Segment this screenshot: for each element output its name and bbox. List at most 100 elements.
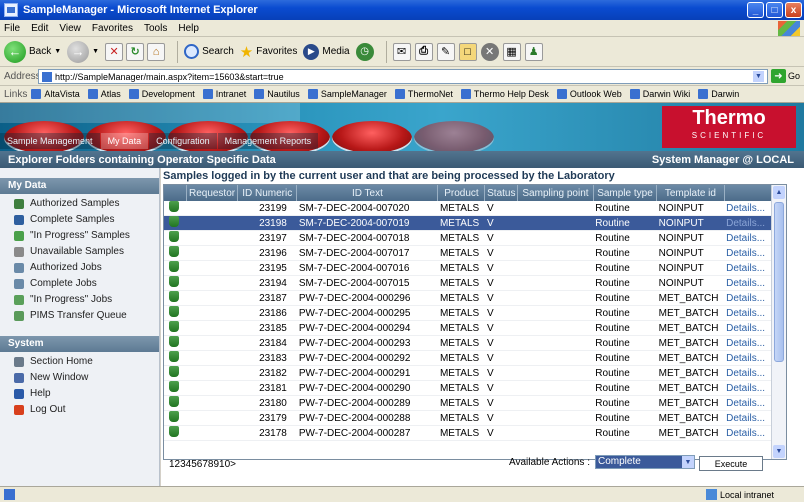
- sidebar-item-complete-jobs[interactable]: Complete Jobs: [14, 277, 159, 290]
- search-button[interactable]: Search: [184, 44, 234, 59]
- table-row[interactable]: 23197 SM-7-DEC-2004-007018 METALS V Routine N…: [164, 230, 786, 246]
- menu-favorites[interactable]: Favorites: [92, 23, 133, 34]
- folder-icon: [14, 246, 24, 257]
- column-header[interactable]: Product: [437, 185, 486, 201]
- menu-help[interactable]: Help: [178, 23, 199, 34]
- cell-type: Routine: [593, 215, 657, 231]
- table-row[interactable]: 23182 PW-7-DEC-2004-000291 METALS V Routine M…: [164, 365, 786, 381]
- folder-icon: [14, 356, 24, 367]
- sidebar-item-in-progress-jobs[interactable]: "In Progress" Jobs: [14, 293, 159, 306]
- sidebar-item-new-window[interactable]: New Window: [14, 371, 159, 384]
- menu-file[interactable]: File: [4, 23, 20, 34]
- column-header[interactable]: [164, 185, 187, 201]
- tab-configuration[interactable]: Configuration: [149, 133, 217, 149]
- print-icon[interactable]: ⎙: [414, 42, 433, 61]
- go-button[interactable]: ➜ Go: [770, 69, 800, 83]
- link-thermo-help-desk[interactable]: Thermo Help Desk: [460, 89, 549, 99]
- column-header[interactable]: Sampling point: [517, 185, 594, 201]
- sidebar-item-log-out[interactable]: Log Out: [14, 403, 159, 416]
- cell-product: METALS: [437, 215, 485, 231]
- forward-button[interactable]: → ▼: [67, 40, 99, 63]
- table-row[interactable]: 23184 PW-7-DEC-2004-000293 METALS V Routine M…: [164, 335, 786, 351]
- table-row[interactable]: 23181 PW-7-DEC-2004-000290 METALS V Routine M…: [164, 380, 786, 396]
- sidebar-item-help[interactable]: Help: [14, 387, 159, 400]
- cell-empty: [517, 245, 594, 261]
- close-button[interactable]: x: [785, 2, 802, 18]
- sidebar-item-label: Section Home: [30, 356, 93, 367]
- sidebar-heading-system: System: [0, 336, 159, 352]
- sidebar-item-unavailable-samples[interactable]: Unavailable Samples: [14, 245, 159, 258]
- home-icon[interactable]: ⌂: [147, 42, 166, 61]
- table-row[interactable]: 23196 SM-7-DEC-2004-007017 METALS V Routine N…: [164, 245, 786, 261]
- table-row[interactable]: 23195 SM-7-DEC-2004-007016 METALS V Routine N…: [164, 260, 786, 276]
- table-row[interactable]: 23187 PW-7-DEC-2004-000296 METALS V Routine M…: [164, 290, 786, 306]
- folder-icon[interactable]: □: [458, 42, 477, 61]
- address-dropdown-icon[interactable]: ▼: [753, 71, 764, 82]
- link-darwin[interactable]: Darwin: [698, 89, 739, 99]
- cell-status: V: [484, 290, 518, 306]
- history-icon[interactable]: ◷: [355, 42, 374, 61]
- table-row[interactable]: 23198 SM-7-DEC-2004-007019 METALS V Routine N…: [164, 215, 786, 231]
- menu-tools[interactable]: Tools: [144, 23, 167, 34]
- link-darwin-wiki[interactable]: Darwin Wiki: [629, 89, 690, 99]
- link-atlas[interactable]: Atlas: [87, 89, 121, 99]
- tab-sample-management[interactable]: Sample Management: [0, 133, 100, 149]
- cell-id: 23195: [237, 260, 297, 276]
- sidebar-item-label: Help: [30, 388, 51, 399]
- column-header[interactable]: ID Text: [296, 185, 439, 201]
- minimize-button[interactable]: _: [747, 2, 764, 18]
- edit-icon[interactable]: ✎: [436, 42, 455, 61]
- table-row[interactable]: 23178 PW-7-DEC-2004-000287 METALS V Routine M…: [164, 425, 786, 441]
- column-header[interactable]: ID Numeric: [237, 185, 298, 201]
- scroll-thumb[interactable]: [774, 202, 784, 362]
- table-row[interactable]: 23179 PW-7-DEC-2004-000288 METALS V Routine M…: [164, 410, 786, 426]
- refresh-icon[interactable]: ↻: [126, 42, 145, 61]
- research-icon[interactable]: ▦: [502, 42, 521, 61]
- stop-icon[interactable]: ✕: [105, 42, 124, 61]
- sidebar-item-authorized-jobs[interactable]: Authorized Jobs: [14, 261, 159, 274]
- execute-button[interactable]: Execute: [699, 456, 763, 471]
- link-outlook-web[interactable]: Outlook Web: [556, 89, 622, 99]
- cell-id: 23198: [237, 215, 297, 231]
- sidebar-item-section-home[interactable]: Section Home: [14, 355, 159, 368]
- table-row[interactable]: 23180 PW-7-DEC-2004-000289 METALS V Routine M…: [164, 395, 786, 411]
- cell-product: METALS: [437, 305, 485, 321]
- table-row[interactable]: 23185 PW-7-DEC-2004-000294 METALS V Routine M…: [164, 320, 786, 336]
- menu-view[interactable]: View: [59, 23, 81, 34]
- link-intranet[interactable]: Intranet: [202, 89, 246, 99]
- sidebar-item-complete-samples[interactable]: Complete Samples: [14, 213, 159, 226]
- media-button[interactable]: ▶ Media: [303, 43, 350, 60]
- address-input[interactable]: http://SampleManager/main.aspx?item=1560…: [38, 69, 768, 84]
- favorites-button[interactable]: ★ Favorites: [240, 43, 298, 61]
- sidebar-item-pims-transfer-queue[interactable]: PIMS Transfer Queue: [14, 309, 159, 322]
- media-label: Media: [322, 46, 350, 57]
- vertical-scrollbar[interactable]: ▲ ▼: [771, 185, 786, 459]
- actions-select[interactable]: Complete ▼: [594, 455, 695, 469]
- link-nautilus[interactable]: Nautilus: [254, 89, 300, 99]
- sidebar-item-authorized-samples[interactable]: Authorized Samples: [14, 197, 159, 210]
- close-circle-icon[interactable]: ✕: [480, 42, 499, 61]
- column-header[interactable]: Sample type: [593, 185, 658, 201]
- tab-management-reports[interactable]: Management Reports: [217, 133, 319, 149]
- mail-icon[interactable]: ✉: [392, 42, 411, 61]
- link-samplemanager[interactable]: SampleManager: [307, 89, 387, 99]
- table-row[interactable]: 23183 PW-7-DEC-2004-000292 METALS V Routine M…: [164, 350, 786, 366]
- scroll-up-icon[interactable]: ▲: [773, 186, 785, 199]
- column-header[interactable]: Requestor: [186, 185, 239, 201]
- tab-my-data[interactable]: My Data: [100, 133, 149, 149]
- link-altavista[interactable]: AltaVista: [31, 89, 80, 99]
- back-button[interactable]: ← Back ▼: [4, 40, 61, 63]
- maximize-button[interactable]: □: [766, 2, 783, 18]
- link-thermonet[interactable]: ThermoNet: [394, 89, 453, 99]
- table-row[interactable]: 23194 SM-7-DEC-2004-007015 METALS V Routine N…: [164, 275, 786, 291]
- pager[interactable]: 12345678910>: [169, 459, 236, 470]
- table-row[interactable]: 23199 SM-7-DEC-2004-007020 METALS V Routine N…: [164, 201, 786, 216]
- link-development[interactable]: Development: [128, 89, 195, 99]
- sidebar-item-in-progress-samples[interactable]: "In Progress" Samples: [14, 229, 159, 242]
- column-header[interactable]: Template id: [656, 185, 725, 201]
- table-row[interactable]: 23186 PW-7-DEC-2004-000295 METALS V Routine M…: [164, 305, 786, 321]
- cell-empty: [186, 260, 238, 276]
- messenger-icon[interactable]: ♟: [524, 42, 543, 61]
- column-header[interactable]: Status: [484, 185, 519, 201]
- menu-edit[interactable]: Edit: [31, 23, 48, 34]
